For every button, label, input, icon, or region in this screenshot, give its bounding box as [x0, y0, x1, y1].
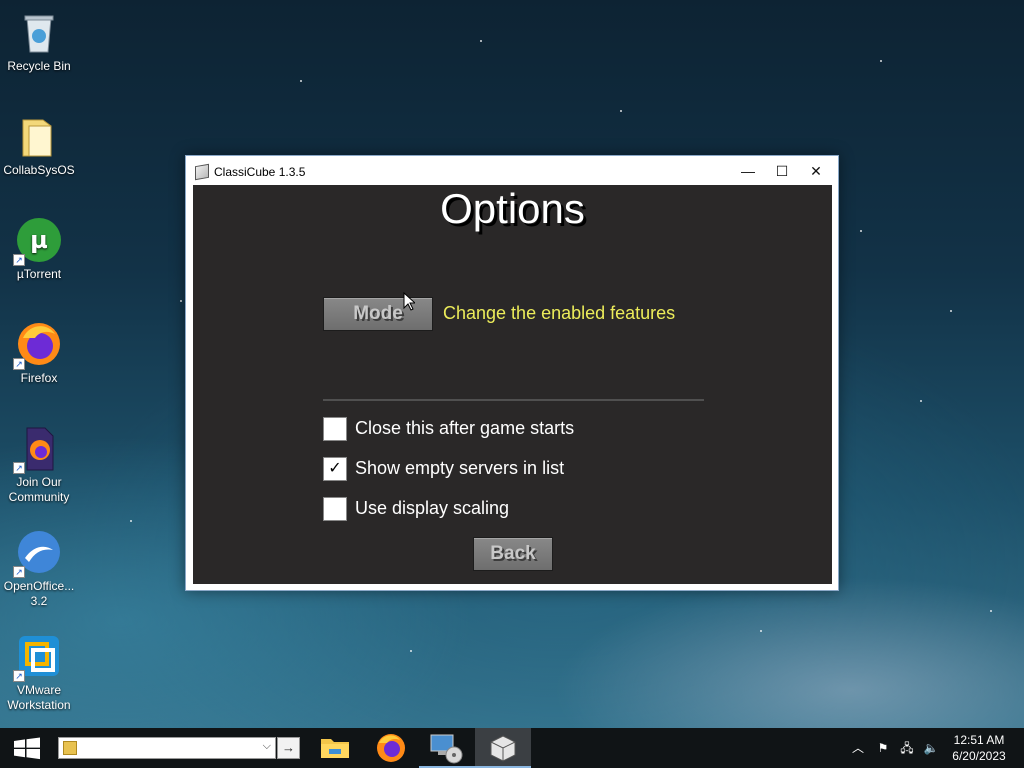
back-button[interactable]: Back [473, 537, 553, 571]
desktop-icon-join-our-community[interactable]: ↗ Join Our Community [2, 424, 76, 505]
desktop-icon-label: Firefox [20, 371, 58, 385]
minimize-button[interactable]: — [731, 156, 765, 187]
desktop-icon-label: CollabSysOS [3, 163, 75, 177]
clock-time: 12:51 AM [953, 733, 1005, 747]
clock-date: 6/20/2023 [952, 749, 1006, 763]
show-empty-servers-label: Show empty servers in list [355, 458, 565, 478]
shortcut-arrow-icon: ↗ [13, 670, 25, 682]
shortcut-arrow-icon: ↗ [13, 358, 25, 370]
close-after-start-label: Close this after game starts [355, 418, 575, 438]
display-scaling-checkbox[interactable] [323, 497, 347, 521]
shortcut-arrow-icon: ↗ [13, 254, 25, 266]
firefox-file-icon: ↗ [13, 424, 63, 474]
windows-logo-icon [14, 737, 40, 760]
taskbar-clock[interactable]: 12:51 AM 6/20/2023 [944, 732, 1014, 764]
desktop-icon-openoffice[interactable]: ↗ OpenOffice... 3.2 [2, 528, 76, 609]
start-button[interactable] [0, 728, 54, 768]
firefox-icon [377, 734, 405, 762]
media-player-icon [430, 734, 463, 764]
desktop-icon-label: µTorrent [16, 267, 62, 281]
desktop-icon-label: Recycle Bin [7, 59, 71, 73]
folder-icon [15, 112, 63, 160]
taskbar: ⌵ → ︿ ⚑ 🖧 🔈 12:51 AM 6/20/2023 [0, 728, 1024, 768]
page-title: Options [440, 185, 585, 232]
folder-icon [63, 741, 77, 755]
classicube-window: ClassiCube 1.3.5 — ☐ ✕ Options Mode Chan… [185, 155, 839, 591]
address-bar[interactable]: ⌵ [58, 737, 276, 759]
go-button[interactable]: → [277, 737, 300, 759]
taskbar-classicube[interactable] [475, 728, 531, 768]
classicube-icon [195, 163, 209, 181]
desktop-icon-firefox[interactable]: ↗ Firefox [2, 320, 76, 386]
mode-button[interactable]: Mode [323, 297, 433, 331]
utorrent-icon: µ ↗ [13, 216, 63, 266]
mode-description: Change the enabled features [443, 303, 676, 323]
display-scaling-label: Use display scaling [355, 498, 510, 518]
divider [323, 399, 704, 401]
desktop-icon-vmware[interactable]: ↗ VMware Workstation [2, 632, 76, 713]
desktop-icon-utorrent[interactable]: µ ↗ µTorrent [2, 216, 76, 282]
close-after-start-checkbox[interactable] [323, 417, 347, 441]
desktop-icon-label: VMware Workstation [7, 683, 71, 712]
file-explorer-icon [321, 739, 349, 758]
shortcut-arrow-icon: ↗ [13, 462, 25, 474]
openoffice-icon: ↗ [13, 528, 63, 578]
tray-overflow-chevron-icon[interactable]: ︿ [848, 728, 868, 768]
options-panel: Options Mode Change the enabled features… [193, 185, 832, 584]
taskbar-media-player[interactable] [419, 728, 475, 768]
action-center-flag-icon[interactable]: ⚑ [872, 728, 894, 768]
show-empty-servers-checkbox[interactable]: ✓ [323, 457, 347, 481]
svg-text:µ: µ [30, 226, 48, 254]
vmware-icon: ↗ [13, 632, 63, 682]
mouse-cursor-icon [403, 292, 415, 311]
classicube-icon [490, 735, 516, 762]
window-titlebar[interactable]: ClassiCube 1.3.5 — ☐ ✕ [186, 156, 838, 187]
close-button[interactable]: ✕ [799, 156, 833, 187]
maximize-button[interactable]: ☐ [765, 156, 799, 187]
desktop-icon-label: Join Our Community [8, 475, 70, 504]
network-icon[interactable]: 🖧 [896, 728, 918, 768]
volume-muted-icon[interactable]: 🔈 [920, 728, 942, 768]
window-title: ClassiCube 1.3.5 [214, 165, 306, 179]
shortcut-arrow-icon: ↗ [13, 566, 25, 578]
chevron-down-icon[interactable]: ⌵ [263, 740, 271, 753]
desktop-icon-label: OpenOffice... 3.2 [3, 579, 75, 608]
taskbar-file-explorer[interactable] [307, 728, 363, 768]
desktop-icon-collabsysos[interactable]: CollabSysOS [2, 112, 76, 178]
recycle-bin-icon [15, 8, 63, 56]
firefox-icon: ↗ [13, 320, 63, 370]
taskbar-firefox[interactable] [363, 728, 419, 768]
desktop-icon-recycle-bin[interactable]: Recycle Bin [2, 8, 76, 74]
